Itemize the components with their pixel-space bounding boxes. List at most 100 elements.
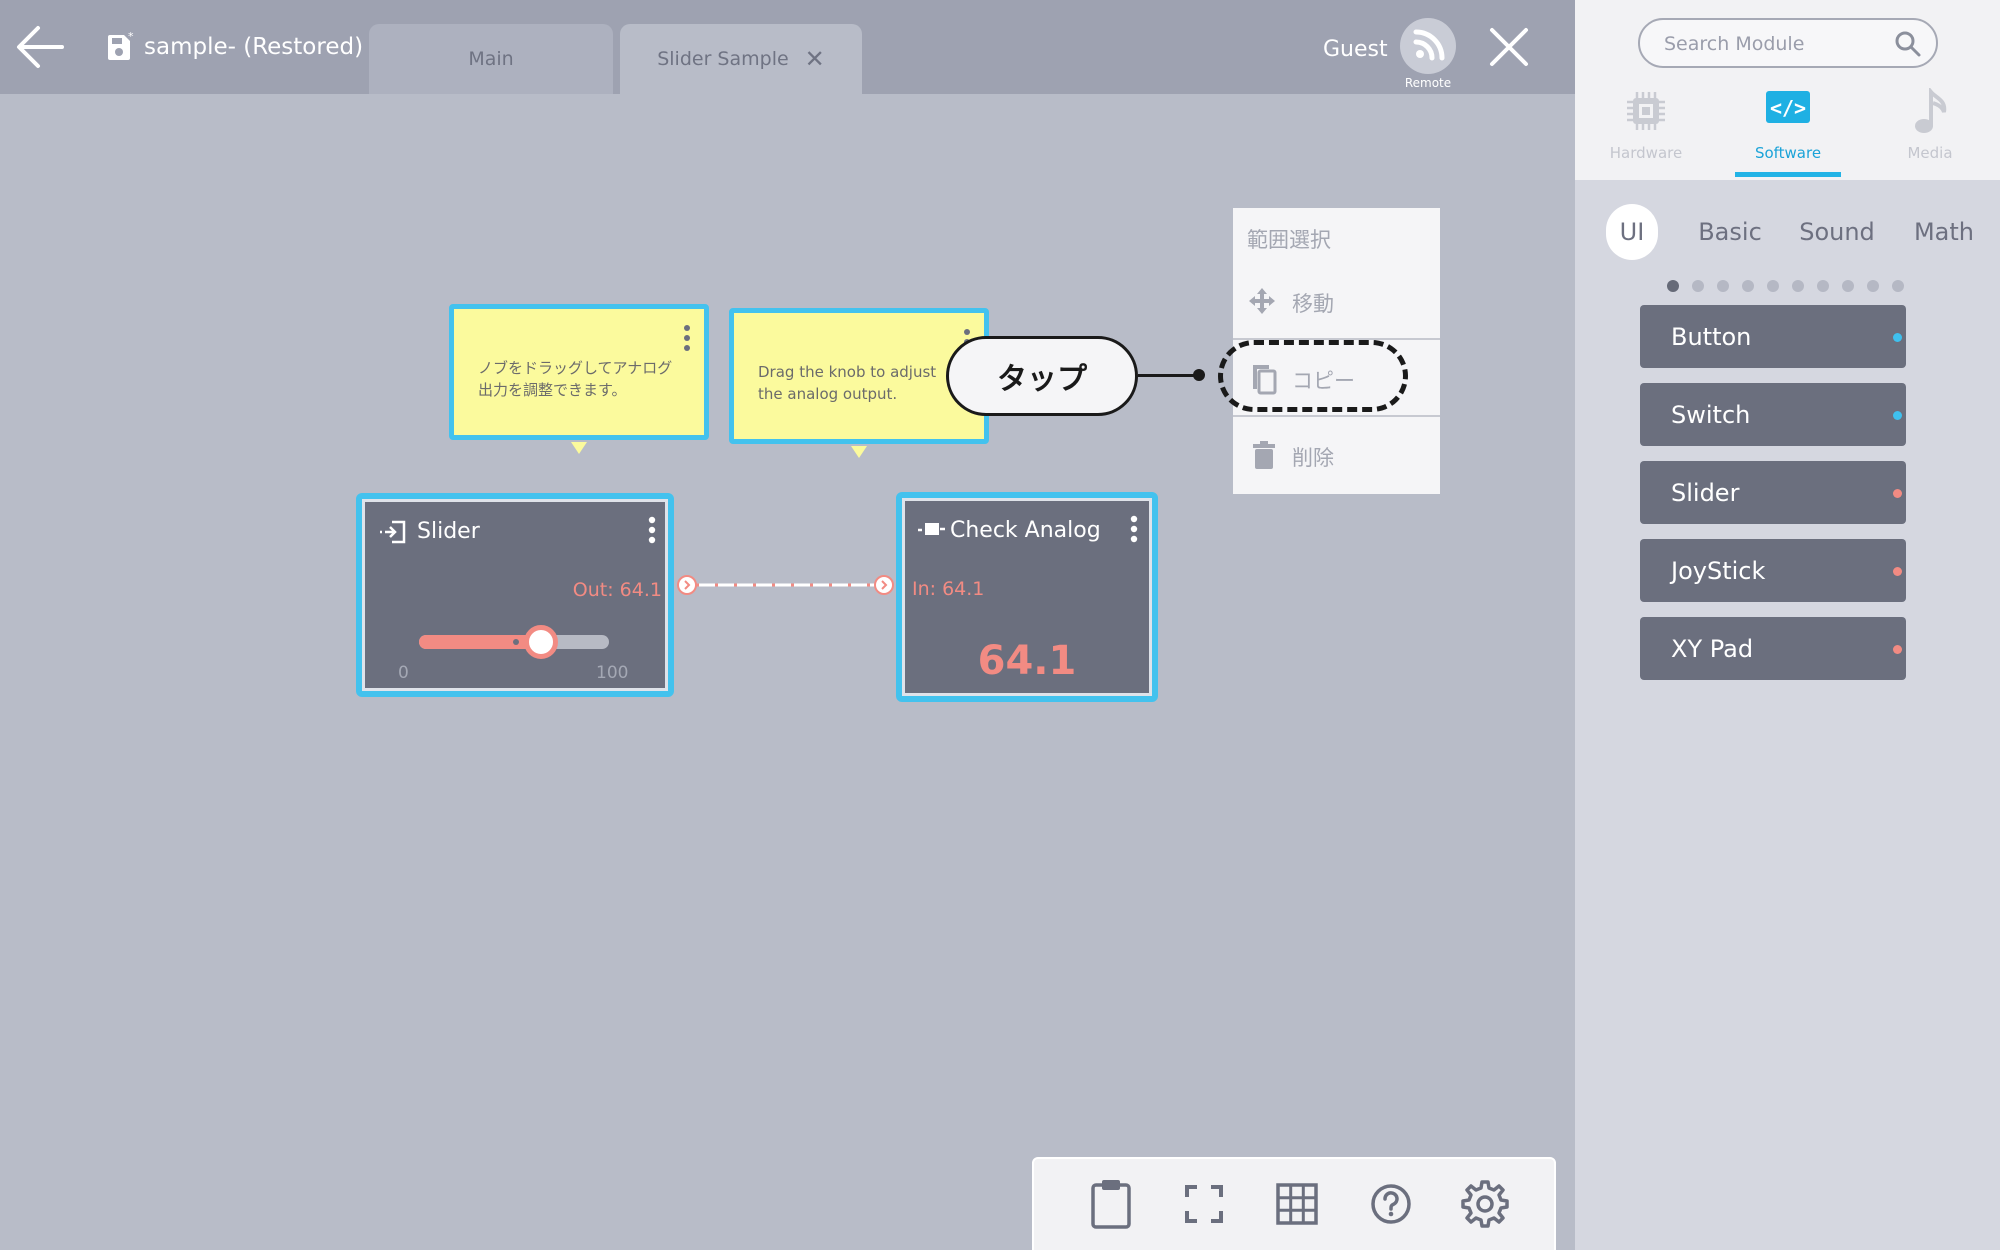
tap-pointer-line <box>1138 374 1200 377</box>
page-dot[interactable] <box>1717 280 1729 292</box>
remote-button[interactable] <box>1400 18 1456 74</box>
check-analog-node[interactable]: Check Analog In: 64.1 64.1 <box>896 492 1158 702</box>
module-port-dot <box>1893 411 1902 420</box>
grid-button[interactable] <box>1270 1177 1324 1231</box>
menu-divider <box>1233 415 1440 417</box>
save-icon[interactable]: * <box>106 30 134 60</box>
code-icon: </> <box>1766 91 1810 123</box>
slider-max-label: 100 <box>596 663 629 683</box>
more-options-icon[interactable] <box>646 515 658 545</box>
module-label: XY Pad <box>1671 634 1754 663</box>
fullscreen-icon <box>1185 1185 1223 1223</box>
subtab-sound[interactable]: Sound <box>1787 204 1887 260</box>
category-tab-software[interactable]: </> Software <box>1717 86 1859 178</box>
slider-tick <box>512 639 519 645</box>
slider-node[interactable]: Slider Out: 64.1 0 100 <box>356 493 674 697</box>
note-pointer <box>571 442 587 454</box>
input-value-label: In: 64.1 <box>912 578 985 600</box>
module-label: Switch <box>1671 400 1751 429</box>
module-item-button[interactable]: Button <box>1640 305 1906 368</box>
tab-slider-sample[interactable]: Slider Sample ✕ <box>620 24 862 94</box>
module-port-dot <box>1893 333 1902 342</box>
search-input[interactable] <box>1664 30 1884 58</box>
subtab-basic[interactable]: Basic <box>1685 204 1775 260</box>
subtab-math[interactable]: Math <box>1901 204 1987 260</box>
move-icon <box>1249 288 1275 314</box>
panel-header: Hardware </> Software Media <box>1575 0 2000 180</box>
bottom-toolbar <box>1032 1157 1556 1250</box>
tap-label: タップ <box>997 362 1087 397</box>
clipboard-button[interactable] <box>1084 1177 1138 1231</box>
page-dot[interactable] <box>1892 280 1904 292</box>
category-label-media: Media <box>1907 144 1953 162</box>
module-port-dot <box>1893 489 1902 498</box>
slider-fill <box>419 635 541 649</box>
category-selected-indicator <box>1735 172 1841 177</box>
module-item-switch[interactable]: Switch <box>1640 383 1906 446</box>
subtab-ui[interactable]: UI <box>1606 204 1658 260</box>
svg-text:</>: </> <box>1770 96 1806 120</box>
gear-icon <box>1461 1180 1509 1228</box>
more-options-icon[interactable] <box>682 323 692 353</box>
module-item-joystick[interactable]: JoyStick <box>1640 539 1906 602</box>
top-bar: * sample- (Restored) Main Slider Sample … <box>0 0 1575 94</box>
input-port[interactable] <box>874 575 894 595</box>
category-tab-hardware[interactable]: Hardware <box>1575 86 1717 178</box>
music-note-icon <box>1915 88 1947 133</box>
fullscreen-button[interactable] <box>1177 1177 1231 1231</box>
tab-close-icon[interactable]: ✕ <box>805 45 825 73</box>
page-dot[interactable] <box>1692 280 1704 292</box>
menu-item-range-select[interactable]: 範囲選択 <box>1233 224 1440 254</box>
module-item-xy-pad[interactable]: XY Pad <box>1640 617 1906 680</box>
slider-knob[interactable] <box>523 625 558 659</box>
note-line: ノブをドラッグしてアナログ <box>478 359 673 377</box>
search-icon[interactable] <box>1894 30 1922 58</box>
category-tab-media[interactable]: Media <box>1859 86 2000 178</box>
module-item-slider[interactable]: Slider <box>1640 461 1906 524</box>
file-title: sample- (Restored) <box>144 34 364 60</box>
module-port-dot <box>1893 567 1902 576</box>
back-button[interactable] <box>12 22 68 72</box>
arrow-left-icon <box>17 26 64 68</box>
tap-callout: タップ <box>946 336 1138 416</box>
module-label: JoyStick <box>1671 556 1766 585</box>
note-line: 出力を調整できます。 <box>478 381 627 399</box>
tab-slider-sample-label: Slider Sample <box>657 48 789 70</box>
module-label: Slider <box>1671 478 1740 507</box>
close-button[interactable] <box>1486 24 1532 70</box>
menu-item-label: 移動 <box>1292 292 1334 316</box>
menu-item-label: 範囲選択 <box>1247 228 1331 252</box>
svg-text:*: * <box>128 32 134 43</box>
page-dot[interactable] <box>1767 280 1779 292</box>
settings-button[interactable] <box>1458 1177 1512 1231</box>
page-dot[interactable] <box>1667 280 1679 292</box>
comment-note[interactable]: ノブをドラッグしてアナログ 出力を調整できます。 <box>449 304 709 440</box>
page-indicator <box>1667 280 1904 292</box>
note-line: the analog output. <box>758 385 898 403</box>
page-dot[interactable] <box>1867 280 1879 292</box>
search-box[interactable] <box>1638 18 1938 68</box>
page-dot[interactable] <box>1842 280 1854 292</box>
more-options-icon[interactable] <box>1128 514 1140 544</box>
page-dot[interactable] <box>1817 280 1829 292</box>
module-port-dot <box>1893 645 1902 654</box>
connection-wire[interactable] <box>696 580 886 590</box>
page-dot[interactable] <box>1742 280 1754 292</box>
copy-highlight-outline <box>1218 340 1408 412</box>
slider-track[interactable] <box>419 625 609 659</box>
clipboard-icon <box>1091 1180 1131 1229</box>
tab-main[interactable]: Main <box>369 24 613 94</box>
note-line: Drag the knob to adjust <box>758 363 937 381</box>
trash-icon <box>1253 441 1275 469</box>
output-value-label: Out: 64.1 <box>572 579 662 601</box>
analog-value-display: 64.1 <box>977 638 1077 684</box>
help-button[interactable] <box>1364 1177 1418 1231</box>
display-icon <box>918 523 945 535</box>
page-dot[interactable] <box>1792 280 1804 292</box>
close-icon <box>1490 28 1528 66</box>
grid-icon <box>1276 1183 1318 1225</box>
output-port[interactable] <box>677 575 697 595</box>
tab-main-label: Main <box>468 48 514 70</box>
category-label-hardware: Hardware <box>1609 144 1683 162</box>
user-label: Guest <box>1323 37 1388 62</box>
